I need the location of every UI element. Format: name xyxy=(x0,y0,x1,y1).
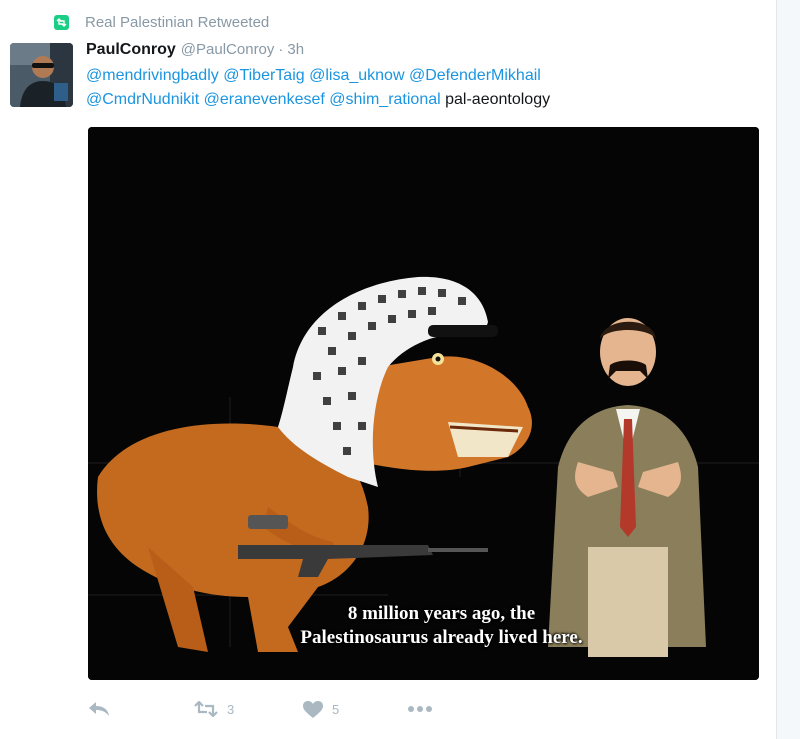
like-count: 5 xyxy=(332,701,340,717)
reply-icon xyxy=(89,702,109,716)
media-caption-line-1: 8 million years ago, the xyxy=(347,603,536,624)
timeline-page: Real Palestinian Retweeted PaulConroy @P… xyxy=(0,0,800,739)
avatar[interactable] xyxy=(10,43,73,107)
retweet-button[interactable]: 3 xyxy=(194,701,303,717)
heart-icon xyxy=(303,700,323,718)
tweet-actions: 3 5 xyxy=(88,698,433,720)
retweet-icon xyxy=(194,701,218,717)
tweet-header: PaulConroy @PaulConroy · 3h xyxy=(86,41,304,59)
media-caption-line-2: Palestinosaurus already lived here. xyxy=(300,627,583,648)
retweet-context-text: Real Palestinian Retweeted xyxy=(85,13,270,31)
retweet-context[interactable]: Real Palestinian Retweeted xyxy=(54,12,269,32)
tweet-text: @mendrivingbadly @TiberTaig @lisa_uknow … xyxy=(86,64,756,112)
author-handle[interactable]: @PaulConroy xyxy=(181,41,275,58)
mention-link[interactable]: @eranevenkesef xyxy=(204,91,325,108)
more-button[interactable] xyxy=(407,705,433,713)
mention-link[interactable]: @TiberTaig xyxy=(223,67,304,84)
mention-link[interactable]: @CmdrNudnikit xyxy=(86,91,199,108)
mention-link[interactable]: @shim_rational xyxy=(329,91,440,108)
author-name[interactable]: PaulConroy xyxy=(86,41,176,59)
tweet-media-image[interactable]: 8 million years ago, the Palestinosaurus… xyxy=(88,127,759,680)
media-illustration xyxy=(88,127,759,680)
separator-dot: · xyxy=(278,41,284,58)
tweet-body-text: pal-aeontology xyxy=(445,91,551,108)
tweet-card[interactable]: Real Palestinian Retweeted PaulConroy @P… xyxy=(0,0,777,739)
reply-button[interactable] xyxy=(88,701,194,717)
mention-link[interactable]: @lisa_uknow xyxy=(309,67,404,84)
mention-link[interactable]: @mendrivingbadly xyxy=(86,67,219,84)
more-icon xyxy=(408,706,432,712)
timestamp[interactable]: 3h xyxy=(287,41,304,58)
retweet-count: 3 xyxy=(227,701,235,717)
retweet-icon xyxy=(54,14,69,30)
like-button[interactable]: 5 xyxy=(303,700,407,718)
mention-link[interactable]: @DefenderMikhail xyxy=(409,67,541,84)
